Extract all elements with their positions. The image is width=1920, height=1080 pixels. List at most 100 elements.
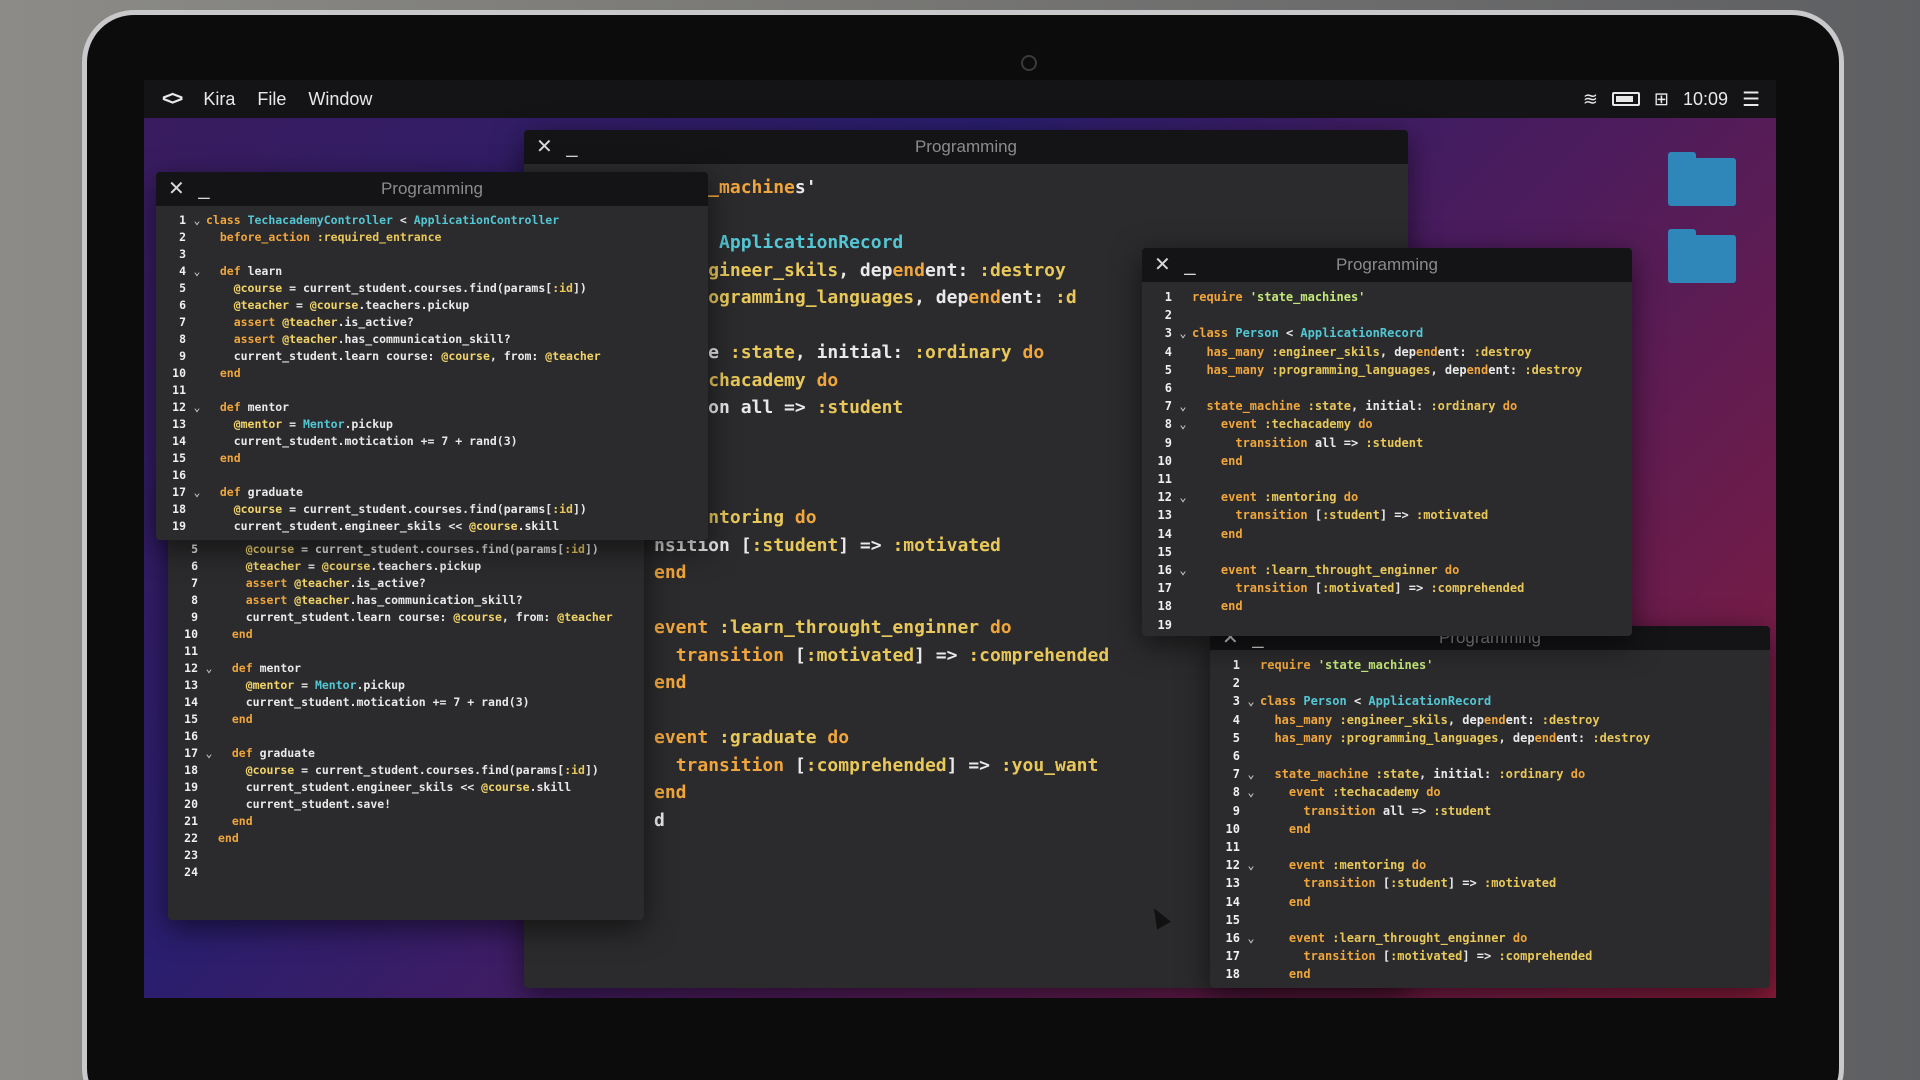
code-line[interactable]: 9 transition all => :student [1152, 434, 1632, 452]
wifi-icon[interactable]: ≋ [1583, 89, 1598, 110]
folder-icon[interactable] [1668, 152, 1736, 206]
code-line[interactable]: 14 current_student.motication += 7 + ran… [166, 433, 708, 450]
code-line[interactable]: 11 [166, 382, 708, 399]
fold-chevron-icon[interactable] [188, 501, 206, 518]
code-line[interactable]: 2 before_action :required_entrance [166, 229, 708, 246]
code-line[interactable]: 8 ⌄ event :techacademy do [1152, 415, 1632, 433]
fold-chevron-icon[interactable] [1242, 838, 1260, 856]
code-area[interactable]: 1 require 'state_machines' 2 3 ⌄ class Pers… [1142, 282, 1632, 634]
code-line[interactable]: 5 @course = current_student.courses.find… [166, 280, 708, 297]
fold-chevron-icon[interactable] [1174, 452, 1192, 470]
folder-icon[interactable] [1668, 229, 1736, 283]
code-line[interactable]: 17 ⌄ def graduate [178, 745, 644, 762]
code-line[interactable]: 15 [1152, 543, 1632, 561]
code-line[interactable]: 21 end [178, 813, 644, 830]
code-line[interactable]: 22 end [178, 830, 644, 847]
code-line[interactable]: state_machines' [654, 174, 1408, 202]
fold-chevron-icon[interactable]: ⌄ [1174, 324, 1192, 342]
code-line[interactable]: 19 current_student.engineer_skils << @co… [178, 779, 644, 796]
fold-chevron-icon[interactable] [1174, 434, 1192, 452]
code-line[interactable]: 20 current_student.save! [178, 796, 644, 813]
code-line[interactable]: 17 transition [:motivated] => :comprehen… [1220, 947, 1770, 965]
fold-chevron-icon[interactable] [1242, 656, 1260, 674]
editor-window-person[interactable]: ✕ _ Programming 1 require 'state_machine… [1142, 248, 1632, 636]
code-line[interactable]: 13 transition [:student] => :motivated [1220, 874, 1770, 892]
fold-chevron-icon[interactable] [200, 728, 218, 745]
fold-chevron-icon[interactable] [200, 626, 218, 643]
code-line[interactable]: 9 current_student.learn course: @course,… [178, 609, 644, 626]
fold-chevron-icon[interactable] [200, 847, 218, 864]
fold-chevron-icon[interactable] [200, 575, 218, 592]
code-line[interactable]: 16 [178, 728, 644, 745]
code-logo-icon[interactable]: <> [162, 88, 183, 111]
fold-chevron-icon[interactable] [188, 314, 206, 331]
menu-window[interactable]: Window [308, 89, 372, 110]
code-line[interactable]: 15 end [166, 450, 708, 467]
code-line[interactable]: 5 @course = current_student.courses.find… [178, 541, 644, 558]
code-line[interactable]: 4⌄ def learn [166, 263, 708, 280]
code-line[interactable]: 15 end [178, 711, 644, 728]
code-line[interactable]: 10 end [1220, 820, 1770, 838]
code-area[interactable]: 1 ⌄ class TechacademyController < Applicat… [156, 206, 708, 535]
hamburger-menu-icon[interactable]: ☰ [1742, 87, 1760, 112]
fold-chevron-icon[interactable] [1242, 802, 1260, 820]
code-line[interactable]: 18 @course = current_student.courses.fin… [178, 762, 644, 779]
code-line[interactable]: 24 [178, 864, 644, 881]
fold-chevron-icon[interactable] [200, 558, 218, 575]
code-line[interactable]: 1 require 'state_machines' [1152, 288, 1632, 306]
fold-chevron-icon[interactable] [188, 450, 206, 467]
code-line[interactable]: 17 transition [:motivated] => :comprehen… [1152, 579, 1632, 597]
fold-chevron-icon[interactable] [1174, 506, 1192, 524]
fold-chevron-icon[interactable] [188, 416, 206, 433]
fold-chevron-icon[interactable] [200, 694, 218, 711]
code-line[interactable]: 4 has_many :engineer_skils, dependent: :… [1220, 711, 1770, 729]
code-line[interactable]: 7 assert @teacher.is_active? [166, 314, 708, 331]
fold-chevron-icon[interactable] [1242, 911, 1260, 929]
code-line[interactable]: 12 ⌄ event :mentoring do [1152, 488, 1632, 506]
code-line[interactable]: 3 [166, 246, 708, 263]
fold-chevron-icon[interactable] [200, 779, 218, 796]
code-line[interactable]: 8 ⌄ event :techacademy do [1220, 783, 1770, 801]
fold-chevron-icon[interactable] [188, 280, 206, 297]
fold-chevron-icon[interactable] [1174, 525, 1192, 543]
code-line[interactable]: 18 end [1220, 965, 1770, 983]
code-line[interactable]: 1 require 'state_machines' [1220, 656, 1770, 674]
code-line[interactable]: 11 [178, 643, 644, 660]
code-line[interactable]: 6 [1152, 379, 1632, 397]
editor-window-controller-back[interactable]: 2 before_action :required_entrance3 4⌄ d… [168, 480, 644, 920]
fold-chevron-icon[interactable] [1174, 343, 1192, 361]
code-line[interactable]: 12 ⌄ event :mentoring do [1220, 856, 1770, 874]
code-line[interactable]: 2 [1152, 306, 1632, 324]
fold-chevron-icon[interactable] [1174, 543, 1192, 561]
fold-chevron-icon[interactable] [1174, 616, 1192, 634]
fold-chevron-icon[interactable]: ⌄ [1242, 856, 1260, 874]
fold-chevron-icon[interactable] [188, 467, 206, 484]
code-line[interactable]: 6 @teacher = @course.teachers.pickup [166, 297, 708, 314]
code-line[interactable]: 11 [1220, 838, 1770, 856]
fold-chevron-icon[interactable] [200, 677, 218, 694]
fold-chevron-icon[interactable] [200, 864, 218, 881]
code-line[interactable]: 13 @mentor = Mentor.pickup [178, 677, 644, 694]
code-line[interactable]: 14 end [1220, 893, 1770, 911]
code-line[interactable]: 10 end [166, 365, 708, 382]
fold-chevron-icon[interactable] [188, 297, 206, 314]
window-titlebar[interactable]: ✕ _ Programming [524, 130, 1408, 164]
fold-chevron-icon[interactable] [1242, 874, 1260, 892]
code-line[interactable]: 13 @mentor = Mentor.pickup [166, 416, 708, 433]
code-line[interactable]: 7 ⌄ state_machine :state, initial: :ordin… [1152, 397, 1632, 415]
fold-chevron-icon[interactable]: ⌄ [1174, 561, 1192, 579]
fold-chevron-icon[interactable] [200, 830, 218, 847]
fold-chevron-icon[interactable] [188, 348, 206, 365]
code-line[interactable]: 5 has_many :programming_languages, depen… [1152, 361, 1632, 379]
code-line[interactable]: 18 @course = current_student.courses.fin… [166, 501, 708, 518]
window-titlebar[interactable]: ✕ _ Programming [156, 172, 708, 206]
code-line[interactable]: 14 current_student.motication += 7 + ran… [178, 694, 644, 711]
code-line[interactable]: 12 ⌄ def mentor [178, 660, 644, 677]
fold-chevron-icon[interactable] [1174, 579, 1192, 597]
fold-chevron-icon[interactable] [1174, 361, 1192, 379]
code-line[interactable]: 12 ⌄ def mentor [166, 399, 708, 416]
code-line[interactable]: 13 transition [:student] => :motivated [1152, 506, 1632, 524]
fold-chevron-icon[interactable] [1242, 947, 1260, 965]
fold-chevron-icon[interactable] [188, 246, 206, 263]
code-line[interactable]: 16 ⌄ event :learn_throught_enginner do [1152, 561, 1632, 579]
